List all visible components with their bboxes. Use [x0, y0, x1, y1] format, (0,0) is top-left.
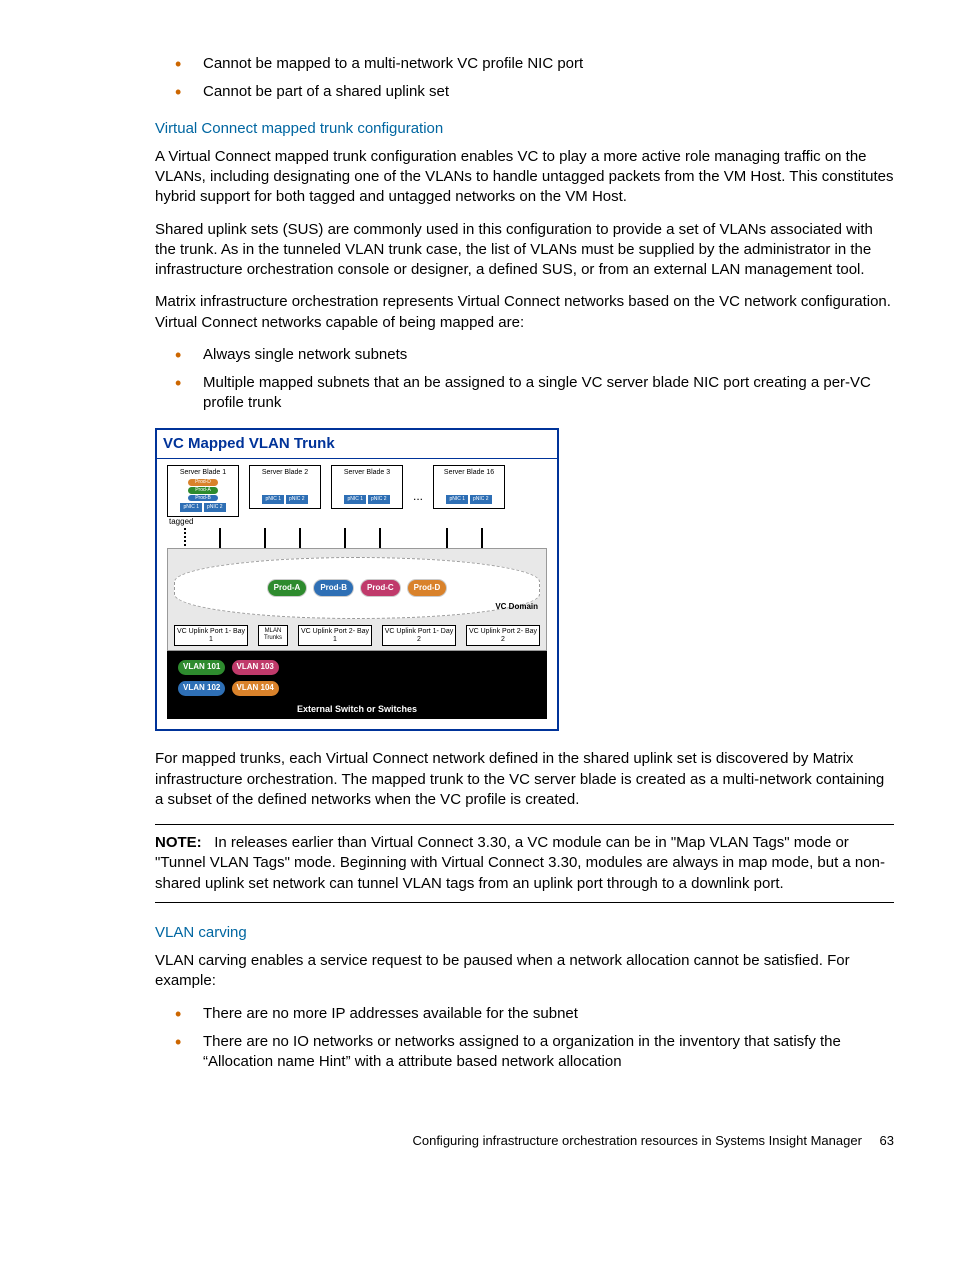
- list-item: Always single network subnets: [175, 345, 894, 365]
- tagged-label: tagged: [157, 517, 557, 528]
- vc-mapped-vlan-trunk-diagram: VC Mapped VLAN Trunk Server Blade 1 Prod…: [155, 428, 559, 732]
- prod-b-cloud: Prod-B: [314, 580, 353, 597]
- switch-label: External Switch or Switches: [167, 703, 547, 715]
- uplink-row: VC Uplink Port 1- Bay 1 MLAN Trunks VC U…: [174, 625, 540, 646]
- note-box: NOTE: In releases earlier than Virtual C…: [155, 824, 894, 903]
- body-paragraph: A Virtual Connect mapped trunk configura…: [155, 147, 894, 208]
- uplink-port: VC Uplink Port 2- Bay 2: [466, 625, 540, 646]
- vc-domain-box: Prod-A Prod-B Prod-C Prod-D VC Domain VC…: [167, 548, 547, 651]
- body-paragraph: Shared uplink sets (SUS) are commonly us…: [155, 220, 894, 281]
- blade-label: Server Blade 2: [252, 468, 318, 477]
- list-item: Cannot be mapped to a multi-network VC p…: [175, 54, 894, 74]
- blade-label: Server Blade 1: [170, 468, 236, 477]
- body-paragraph: VLAN carving enables a service request t…: [155, 951, 894, 992]
- vlan-103-tag: VLAN 103: [232, 660, 279, 675]
- note-label: NOTE:: [155, 834, 202, 851]
- vlan-102-tag: VLAN 102: [178, 681, 225, 696]
- external-switch-box: VLAN 101 VLAN 103 VLAN 102 VLAN 104 Exte…: [167, 651, 547, 719]
- ellipsis: ...: [413, 478, 423, 504]
- diagram-title: VC Mapped VLAN Trunk: [157, 430, 557, 459]
- server-blade-16: Server Blade 16 pNIC 1pNIC 2: [433, 465, 505, 509]
- vlan-101-tag: VLAN 101: [178, 660, 225, 675]
- section-heading-vlan-carving: VLAN carving: [155, 923, 894, 943]
- vc-domain-label: VC Domain: [495, 602, 538, 613]
- list-item: Multiple mapped subnets that an be assig…: [175, 373, 894, 414]
- blade-label: Server Blade 16: [436, 468, 502, 477]
- vlan-104-tag: VLAN 104: [232, 681, 279, 696]
- list-item: There are no IO networks or networks ass…: [175, 1032, 894, 1073]
- list-item: Cannot be part of a shared uplink set: [175, 82, 894, 102]
- vlan-carving-bullet-list: There are no more IP addresses available…: [155, 1004, 894, 1073]
- page-number: 63: [880, 1133, 894, 1148]
- body-paragraph: For mapped trunks, each Virtual Connect …: [155, 749, 894, 810]
- body-paragraph: Matrix infrastructure orchestration repr…: [155, 292, 894, 333]
- uplink-port: VC Uplink Port 1- Bay 1: [174, 625, 248, 646]
- prod-a-cloud: Prod-A: [268, 580, 307, 597]
- blade-label: Server Blade 3: [334, 468, 400, 477]
- footer-text: Configuring infrastructure orchestration…: [412, 1133, 861, 1148]
- top-bullet-list: Cannot be mapped to a multi-network VC p…: [155, 54, 894, 103]
- page-footer: Configuring infrastructure orchestration…: [155, 1132, 894, 1150]
- server-blade-2: Server Blade 2 pNIC 1pNIC 2: [249, 465, 321, 509]
- uplink-port: VC Uplink Port 1- Day 2: [382, 625, 456, 646]
- blade-row: Server Blade 1 Prod-D Prod-A Prod-B pNIC…: [157, 459, 557, 517]
- prod-d-cloud: Prod-D: [408, 580, 447, 597]
- list-item: There are no more IP addresses available…: [175, 1004, 894, 1024]
- uplink-port: VC Uplink Port 2- Bay 1: [298, 625, 372, 646]
- mlan-trunks-box: MLAN Trunks: [258, 625, 288, 646]
- note-text: In releases earlier than Virtual Connect…: [155, 834, 885, 892]
- server-blade-3: Server Blade 3 pNIC 1pNIC 2: [331, 465, 403, 509]
- server-blade-1: Server Blade 1 Prod-D Prod-A Prod-B pNIC…: [167, 465, 239, 517]
- prod-c-cloud: Prod-C: [361, 580, 400, 597]
- cloud-area: Prod-A Prod-B Prod-C Prod-D: [174, 557, 540, 619]
- section-heading-mapped-trunk: Virtual Connect mapped trunk configurati…: [155, 119, 894, 139]
- mapped-bullet-list: Always single network subnets Multiple m…: [155, 345, 894, 414]
